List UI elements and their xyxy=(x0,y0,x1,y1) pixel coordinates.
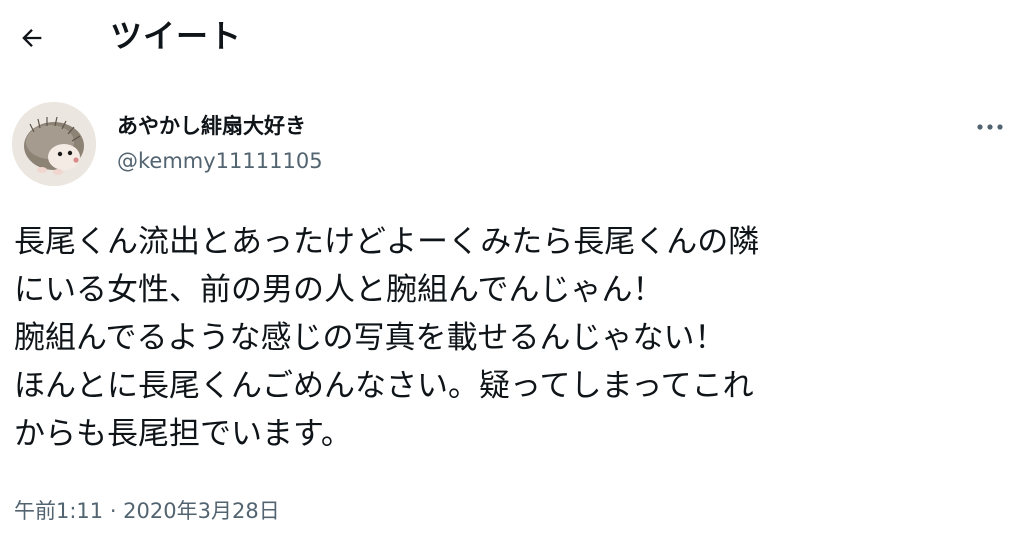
more-options-button[interactable] xyxy=(970,112,1010,142)
arrow-left-icon xyxy=(22,29,42,47)
tweet-text: 長尾くん流出とあったけどよーくみたら長尾くんの隣 にいる女性、前の男の人と腕組ん… xyxy=(14,218,1014,458)
display-name[interactable]: あやかし緋扇大好き xyxy=(117,112,306,140)
tweet-text-line: ほんとに長尾くんごめんなさい。疑ってしまってこれ xyxy=(14,368,754,404)
hedgehog-avatar-image xyxy=(12,102,96,186)
avatar[interactable] xyxy=(12,102,96,186)
top-bar: ツイート xyxy=(0,0,1024,76)
tweet-text-line: 長尾くん流出とあったけどよーくみたら長尾くんの隣 xyxy=(14,224,760,260)
tweet-text-line: 腕組んでるような感じの写真を載せるんじゃない！ xyxy=(14,320,726,356)
more-horizontal-icon xyxy=(977,124,1003,130)
username[interactable]: @kemmy11111105 xyxy=(117,147,323,175)
back-button[interactable] xyxy=(12,18,52,58)
tweet-text-line: にいる女性、前の男の人と腕組んでんじゃん！ xyxy=(14,272,664,308)
tweet-text-line: からも長尾担でいます。 xyxy=(14,416,352,452)
tweet-timestamp[interactable]: 午前1:11 · 2020年3月28日 xyxy=(14,496,280,526)
page-title: ツイート xyxy=(110,17,243,55)
